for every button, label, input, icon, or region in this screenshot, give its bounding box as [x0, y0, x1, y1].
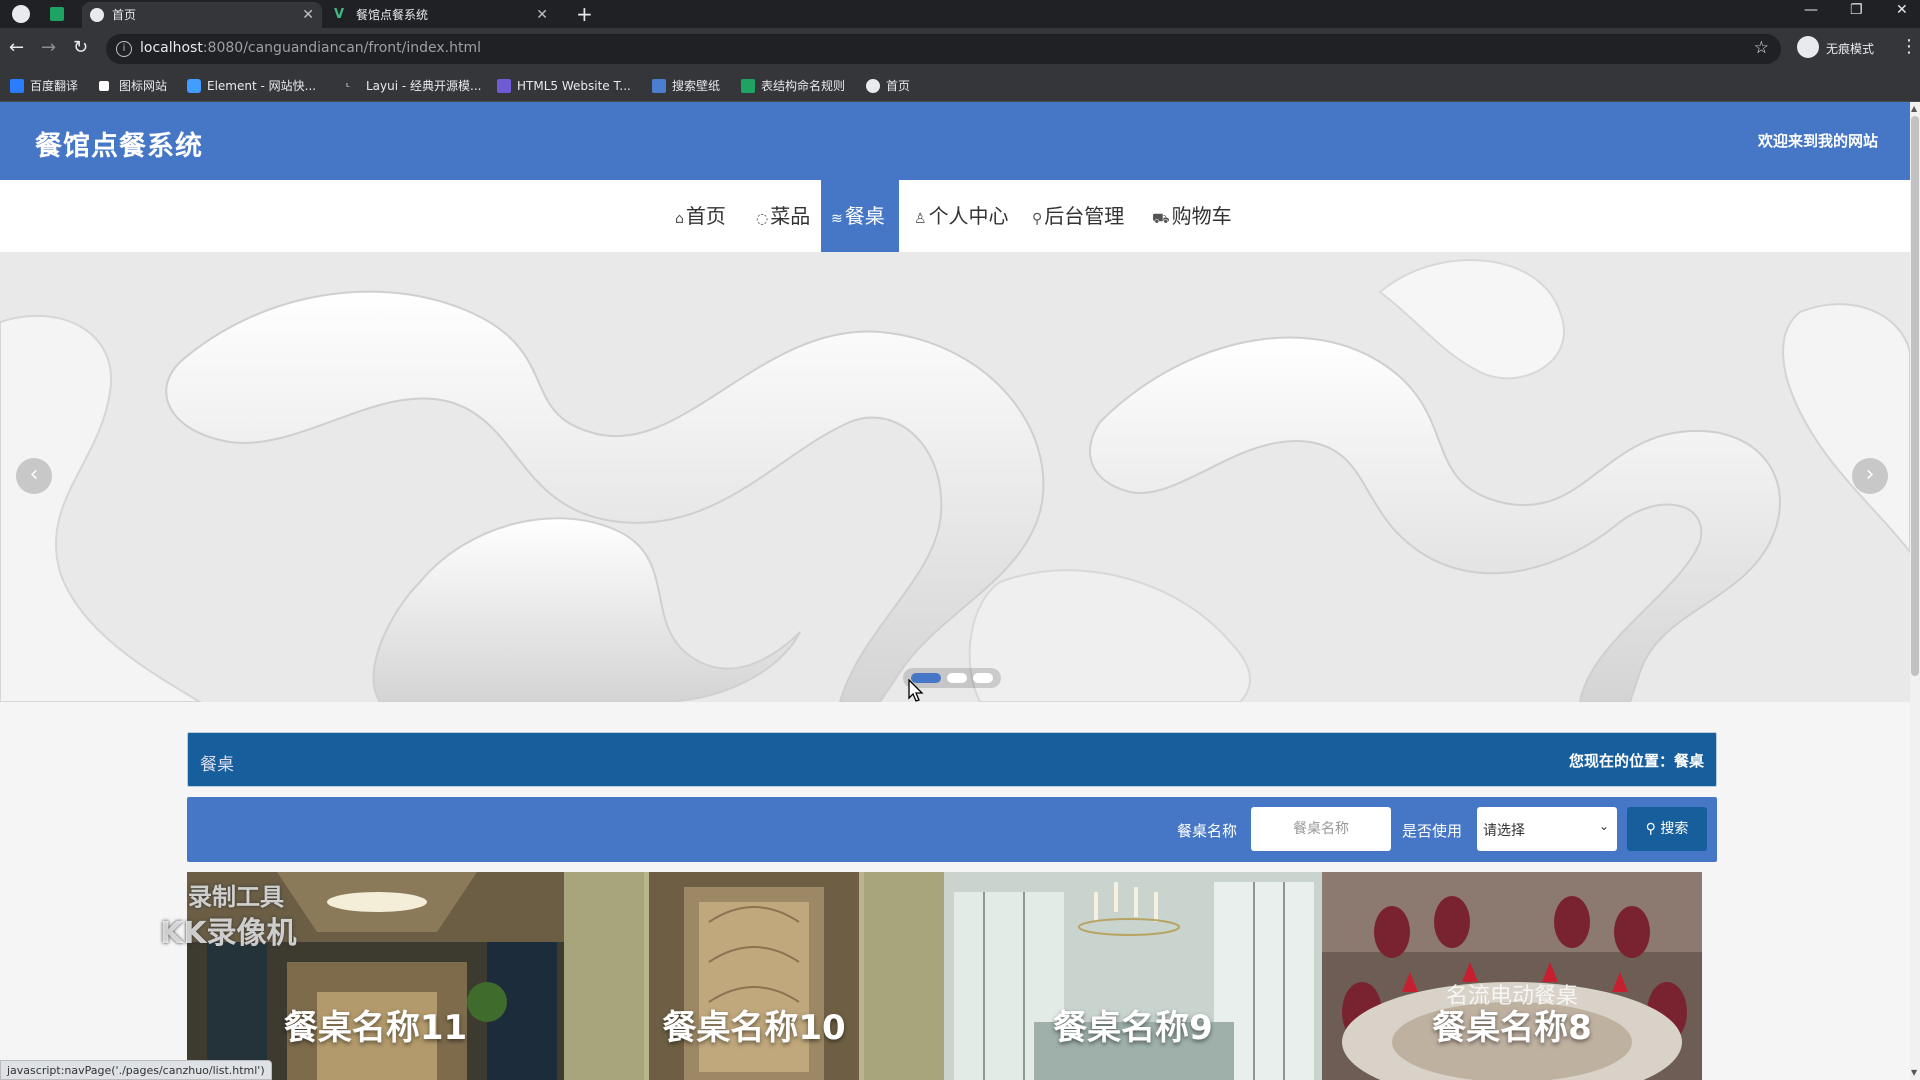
bookmark-item[interactable]: 百度翻译 [10, 78, 78, 94]
site-title: 餐馆点餐系统 [35, 131, 203, 162]
in-use-label: 是否使用 [1402, 822, 1463, 840]
scroll-down-icon[interactable]: ▼ [1911, 1068, 1917, 1077]
close-icon[interactable]: ✕ [302, 2, 314, 28]
restore-icon[interactable]: ❐ [1850, 2, 1863, 18]
welcome-text: 欢迎来到我的网站 [1757, 132, 1878, 150]
dish-icon: ◌ [756, 211, 769, 227]
in-use-select[interactable]: 请选择 ⌄ [1477, 807, 1617, 851]
section-header: 餐桌 您现在的位置：餐桌 [187, 732, 1717, 787]
table-card[interactable]: 餐桌名称10 [564, 872, 944, 1080]
card-title: 餐桌名称9 [1053, 1008, 1213, 1048]
new-tab-plus-icon[interactable]: + [576, 2, 593, 26]
bookmark-item[interactable]: 表结构命名规则 [741, 78, 845, 94]
nav-dishes[interactable]: ◌ 菜品 [746, 180, 820, 252]
banner-carousel[interactable]: ‹ › [0, 252, 1910, 702]
page-viewport: 餐馆点餐系统 欢迎来到我的网站 ⌂ 首页 ◌ 菜品 ≋ 餐桌 ♙ 个人中心 ⚲ 后台管理 … [0, 102, 1920, 1080]
info-icon[interactable]: i [116, 41, 132, 57]
back-arrow-icon[interactable]: ← [9, 37, 24, 59]
main-nav: ⌂ 首页 ◌ 菜品 ≋ 餐桌 ♙ 个人中心 ⚲ 后台管理 ⛟ 购物车 [0, 180, 1910, 252]
minimize-icon[interactable]: — [1804, 2, 1818, 18]
table-card-list: 餐桌名称11 餐桌名称10 餐桌名称9 名流电动餐桌 餐桌名称8 [187, 872, 1702, 1080]
nav-admin[interactable]: ⚲ 后台管理 [1022, 180, 1134, 252]
reload-icon[interactable]: ↻ [73, 37, 88, 59]
page-scrollbar[interactable]: ▲ ▼ [1910, 102, 1920, 1080]
element-hexagon-icon [187, 79, 201, 93]
globe-icon [866, 79, 880, 93]
address-bar[interactable]: i localhost:8080/canguandiancan/front/in… [106, 34, 1781, 64]
site-header: 餐馆点餐系统 欢迎来到我的网站 [0, 102, 1910, 180]
tab-title: 餐馆点餐系统 [356, 8, 429, 22]
card-title: 餐桌名称10 [662, 1008, 846, 1048]
bookmark-item[interactable]: 首页 [866, 78, 910, 94]
carousel-dot[interactable] [947, 673, 967, 683]
nav-cart[interactable]: ⛟ 购物车 [1142, 180, 1242, 252]
incognito-label: 无痕模式 [1826, 42, 1875, 56]
section-title: 餐桌 [200, 755, 234, 775]
table-name-input[interactable] [1251, 807, 1391, 851]
wallhaven-icon [652, 79, 666, 93]
more-menu-icon[interactable]: ⋮ [1900, 36, 1918, 57]
search-button[interactable]: ⚲ 搜索 [1627, 807, 1707, 851]
breadcrumb: 您现在的位置：餐桌 [1568, 752, 1704, 770]
card-title: 餐桌名称11 [283, 1008, 468, 1048]
banner-wave-image [0, 252, 1910, 702]
bookmark-star-icon[interactable]: ☆ [1754, 38, 1769, 58]
nav-home[interactable]: ⌂ 首页 [665, 180, 736, 252]
sheet-icon[interactable] [50, 7, 64, 21]
bookmark-item[interactable]: 图标网站 [99, 78, 167, 94]
globe-icon [90, 8, 104, 22]
html5-shield-icon [497, 79, 511, 93]
table-card[interactable]: 名流电动餐桌 餐桌名称8 [1322, 872, 1702, 1080]
card-title: 餐桌名称8 [1432, 1008, 1592, 1048]
search-icon: ⚲ [1645, 821, 1656, 837]
carousel-dot[interactable] [973, 673, 993, 683]
status-bar-url: javascript:navPage('./pages/canzhuo/list… [0, 1060, 272, 1080]
layui-icon: ᶫ [346, 80, 351, 93]
incognito-icon[interactable] [1797, 36, 1819, 58]
bookmark-item[interactable]: Element - 网站快... [187, 78, 316, 94]
close-icon[interactable]: ✕ [536, 2, 548, 28]
home-icon: ⌂ [675, 211, 684, 227]
chevron-down-icon: ⌄ [1598, 819, 1609, 833]
window-close-icon[interactable]: ✕ [1896, 2, 1908, 18]
scrollbar-thumb[interactable] [1911, 116, 1919, 676]
link-icon: ⚲ [1032, 211, 1043, 227]
carousel-next-arrow-icon[interactable]: › [1852, 458, 1888, 494]
user-icon: ♙ [914, 211, 927, 227]
browser-menu-icon[interactable] [12, 5, 30, 23]
vue-logo-icon: V [334, 7, 345, 22]
tab-home[interactable]: 首页 ✕ [82, 2, 322, 28]
baidu-translate-icon [10, 79, 24, 93]
scroll-up-icon[interactable]: ▲ [1911, 104, 1917, 113]
flag-icon [99, 81, 109, 91]
browser-tab-strip: 首页 ✕ V 餐馆点餐系统 ✕ + — ❐ ✕ [0, 0, 1920, 28]
sheet-icon [741, 79, 755, 93]
nav-tables[interactable]: ≋ 餐桌 [821, 180, 899, 252]
carousel-prev-arrow-icon[interactable]: ‹ [16, 458, 52, 494]
forward-arrow-icon[interactable]: → [41, 37, 56, 59]
bookmark-item[interactable]: 搜索壁纸 [652, 78, 720, 94]
tab-title: 首页 [112, 8, 137, 22]
mouse-cursor-icon [908, 679, 924, 702]
nav-personal-center[interactable]: ♙ 个人中心 [904, 180, 1019, 252]
bookmarks-bar: 百度翻译 图标网站 Element - 网站快... ᶫ Layui - 经典开源… [0, 70, 1920, 102]
url-text: localhost:8080/canguandiancan/front/inde… [140, 40, 482, 56]
bookmark-item[interactable]: HTML5 Website T... [497, 78, 631, 94]
tab-restaurant-system[interactable]: V 餐馆点餐系统 ✕ [326, 2, 556, 28]
layers-icon: ≋ [831, 211, 843, 227]
bookmark-item[interactable]: ᶫ Layui - 经典开源模... [346, 78, 481, 94]
table-card[interactable]: 餐桌名称9 [944, 872, 1322, 1080]
cart-icon: ⛟ [1152, 211, 1170, 227]
table-name-label: 餐桌名称 [1177, 822, 1238, 840]
search-bar: 餐桌名称 是否使用 请选择 ⌄ ⚲ 搜索 [187, 797, 1717, 862]
browser-toolbar: ← → ↻ i localhost:8080/canguandiancan/fr… [0, 28, 1920, 70]
